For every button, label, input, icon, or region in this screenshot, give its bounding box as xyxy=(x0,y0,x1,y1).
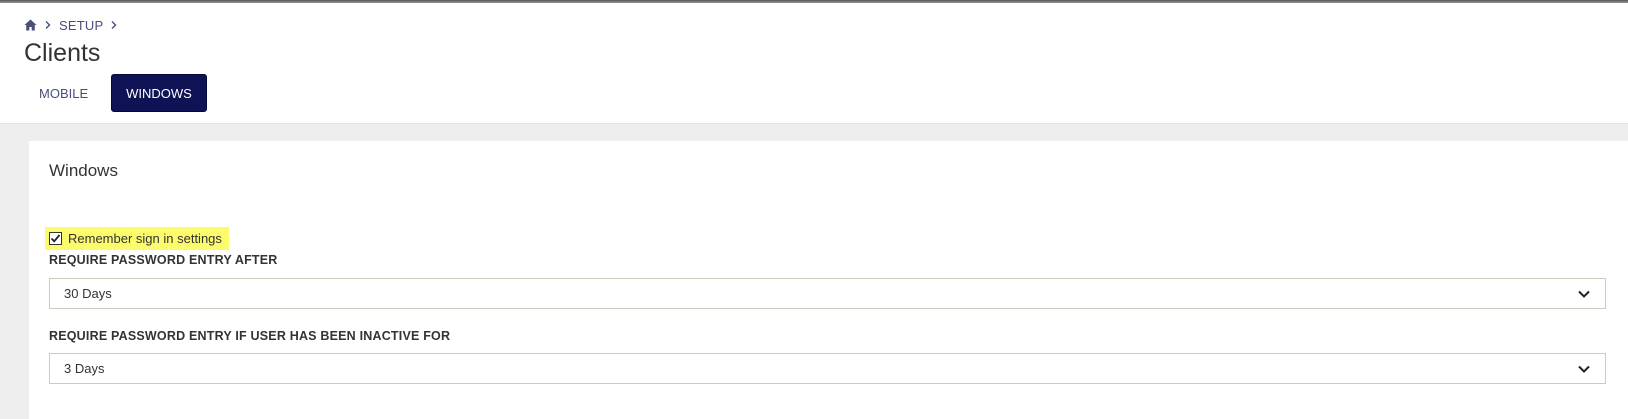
password-inactive-label: REQUIRE PASSWORD ENTRY IF USER HAS BEEN … xyxy=(49,329,451,343)
remember-sign-in-label: Remember sign in settings xyxy=(68,231,222,246)
home-icon[interactable] xyxy=(24,19,37,31)
breadcrumb: SETUP xyxy=(24,16,125,34)
chevron-down-icon xyxy=(1578,365,1590,373)
password-after-label: REQUIRE PASSWORD ENTRY AFTER xyxy=(49,253,278,267)
remember-sign-in-option[interactable]: Remember sign in settings xyxy=(45,227,229,250)
chevron-down-icon xyxy=(1578,290,1590,298)
chevron-right-icon xyxy=(111,21,117,29)
chevron-right-icon xyxy=(45,21,51,29)
card-title: Windows xyxy=(49,161,118,180)
client-tabs: MOBILE WINDOWS xyxy=(24,74,207,112)
page-header: SETUP Clients MOBILE WINDOWS xyxy=(0,3,1628,124)
password-inactive-select[interactable]: 3 Days xyxy=(49,353,1606,384)
windows-settings-card: Windows Remember sign in settings REQUIR… xyxy=(29,141,1628,419)
password-after-select[interactable]: 30 Days xyxy=(49,278,1606,309)
password-after-value: 30 Days xyxy=(64,286,112,301)
tab-windows[interactable]: WINDOWS xyxy=(111,74,207,112)
password-inactive-value: 3 Days xyxy=(64,361,105,376)
remember-sign-in-checkbox[interactable] xyxy=(49,232,62,245)
page-title: Clients xyxy=(24,39,101,67)
checkmark-icon xyxy=(50,234,61,243)
breadcrumb-item-setup[interactable]: SETUP xyxy=(59,18,103,33)
tab-mobile[interactable]: MOBILE xyxy=(24,74,103,112)
